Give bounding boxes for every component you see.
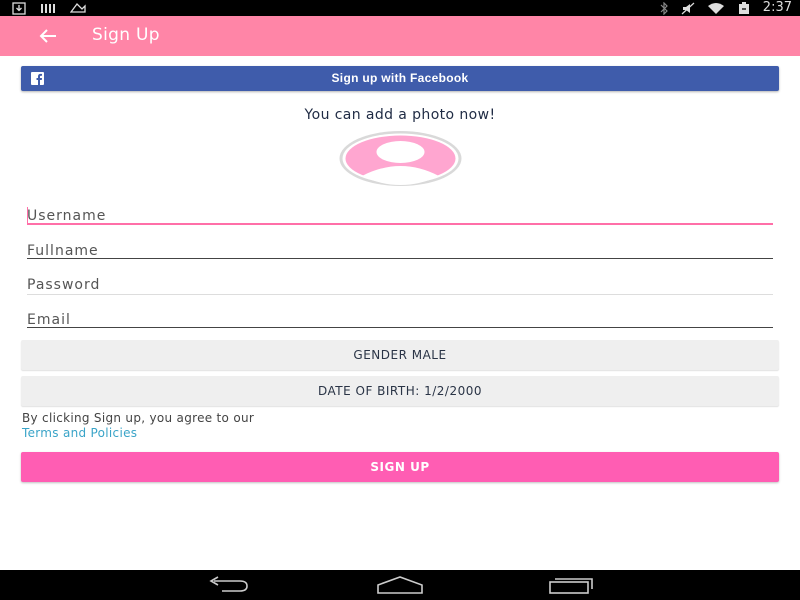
user-avatar-icon <box>339 131 462 186</box>
arrow-left-icon[interactable] <box>36 25 60 47</box>
home-nav-icon[interactable] <box>376 575 424 595</box>
terms-link[interactable]: Terms and Policies <box>22 426 137 440</box>
sign-up-button[interactable]: SIGN UP <box>21 452 779 482</box>
gender-button[interactable]: GENDER MALE <box>21 340 779 370</box>
navigation-bar <box>0 570 800 600</box>
email-underline <box>27 327 773 328</box>
photo-prompt: You can add a photo now! <box>304 107 496 123</box>
date-of-birth-button[interactable]: DATE OF BIRTH: 1/2/2000 <box>21 376 779 406</box>
fullname-input[interactable] <box>27 239 773 263</box>
fullname-underline <box>27 258 773 259</box>
signal-bars-icon <box>40 3 56 14</box>
facebook-signup-button[interactable]: Sign up with Facebook <box>21 66 779 91</box>
app-bar: Sign Up <box>0 16 800 56</box>
username-underline <box>27 223 773 225</box>
wifi-icon <box>707 2 725 15</box>
avatar-photo-picker[interactable] <box>338 130 463 187</box>
terms-text: By clicking Sign up, you agree to our <box>22 411 255 425</box>
email-input[interactable] <box>27 308 773 332</box>
mute-icon <box>681 2 695 15</box>
recents-nav-icon[interactable] <box>548 575 596 595</box>
download-icon <box>12 1 26 15</box>
facebook-button-label: Sign up with Facebook <box>331 71 469 85</box>
battery-icon <box>737 1 751 15</box>
notification-icon <box>70 2 86 14</box>
password-underline <box>27 294 773 295</box>
status-bar: 2:37 <box>0 0 800 16</box>
page-title: Sign Up <box>92 25 160 45</box>
bluetooth-icon <box>659 1 669 15</box>
back-nav-icon[interactable] <box>206 575 252 595</box>
status-time: 2:37 <box>762 0 792 15</box>
